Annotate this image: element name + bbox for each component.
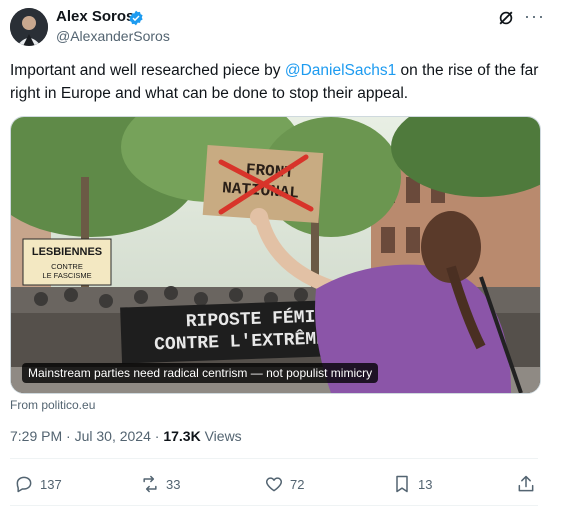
tweet-meta: 7:29 PM · Jul 30, 2024 · 17.3K Views [10, 428, 242, 444]
repost-icon [143, 475, 157, 493]
verified-badge-icon [128, 10, 144, 26]
sign-lesbiennes: LESBIENNES [32, 246, 102, 258]
repost-button[interactable]: 33 [140, 474, 180, 494]
reply-icon [16, 476, 32, 493]
bookmark-icon [396, 475, 408, 493]
author-handle[interactable]: @AlexanderSoros [56, 28, 170, 44]
tweet-date[interactable]: Jul 30, 2024 [75, 428, 151, 444]
tweet-time[interactable]: 7:29 PM [10, 428, 62, 444]
like-button[interactable]: 72 [264, 474, 304, 494]
card-caption: Mainstream parties need radical centrism… [22, 363, 379, 383]
bookmark-count: 13 [418, 476, 433, 492]
views-count: 17.3K [163, 428, 201, 444]
like-count: 72 [290, 476, 305, 492]
avatar[interactable] [10, 8, 48, 46]
divider [10, 458, 538, 459]
like-icon [265, 477, 283, 492]
bookmark-button[interactable]: 13 [392, 474, 432, 494]
card-source[interactable]: From politico.eu [10, 398, 95, 412]
more-icon[interactable]: ··· [524, 6, 545, 27]
tweet-text-before: Important and well researched piece by [10, 62, 285, 79]
link-card-image[interactable]: LESBIENNES CONTRE LE FASCISME RIPOSTE FÉM… [10, 116, 541, 394]
tweet-text: Important and well researched piece by @… [10, 59, 550, 105]
reply-button[interactable]: 137 [14, 474, 62, 494]
grok-icon[interactable] [496, 8, 516, 28]
reply-count: 137 [40, 476, 62, 492]
author-name[interactable]: Alex Soros [56, 8, 134, 25]
repost-count: 33 [166, 476, 181, 492]
share-button[interactable] [516, 474, 542, 494]
views-label: Views [204, 428, 242, 444]
mention-link[interactable]: @DanielSachs1 [285, 62, 396, 79]
share-icon [518, 475, 534, 492]
